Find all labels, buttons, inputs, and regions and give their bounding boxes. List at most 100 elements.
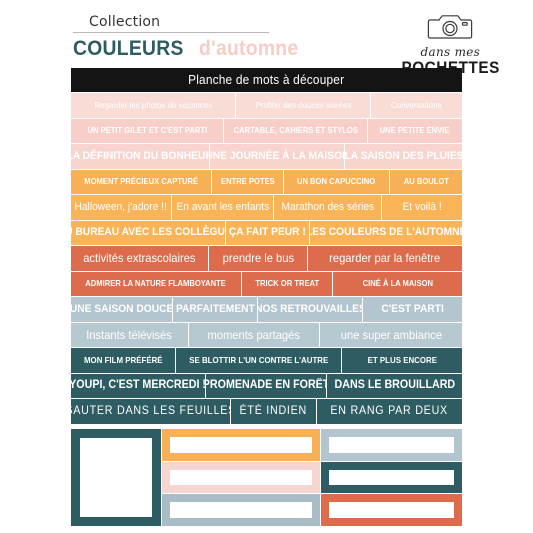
word-chip[interactable]: Dans le brouillard [327,373,462,398]
frame-blue-grey-2[interactable] [162,494,320,527]
word-chip-label: Une saison douce [71,302,172,315]
word-chip-label: Et voilà ! [402,200,442,213]
collection-title-sub: d'automne [199,37,299,60]
camera-icon [427,13,473,45]
word-chip-label: Été indien [239,404,308,417]
word-chip[interactable]: Trick or treat [242,271,332,296]
word-chip[interactable]: Les couleurs de l'automne [310,220,462,245]
word-chip[interactable]: Entre potes [212,169,283,194]
word-chip-label: Ça fait peur ! [229,226,306,239]
word-chip[interactable]: regarder par la fenêtre [308,246,462,271]
word-chip-label: Un petit gilet et c'est parti [87,125,207,135]
word-chip[interactable]: Se blottir l'un contre l'autre [176,348,341,373]
word-chip[interactable]: La saison des pluies [345,144,462,169]
frame-orange[interactable] [162,429,320,461]
word-chip[interactable]: moments partagés [189,322,319,347]
word-row: Halloween, j'adore !! En avant les enfant… [71,195,462,220]
collection-title: COULEURS d'automne [73,37,307,61]
word-chip[interactable]: Ça fait peur ! [226,220,309,245]
word-chip[interactable]: Moment précieux capturé [71,169,211,194]
word-chip-label: Promenade en forêt [206,379,326,391]
word-chip-label: La définition du bonheur [71,149,209,162]
word-chip-label: Se blottir l'un contre l'autre [188,355,329,365]
word-chip[interactable]: Instants télévisés [71,322,188,347]
frame-terracotta[interactable] [321,494,462,527]
frames-section [71,429,462,527]
frame-pink[interactable] [162,461,320,494]
word-chip[interactable]: Un petit gilet et c'est parti [71,118,223,143]
collection-label: Collection [89,14,161,30]
sheet-header: Collection COULEURS d'automne dans mes P… [0,0,533,76]
frames-row [162,429,462,461]
word-row: Une saison douce Parfaitement Nos retrouva… [71,297,462,322]
word-chip-label: regarder par la fenêtre [329,251,441,266]
word-chip[interactable]: Conversations [371,93,462,118]
frames-row [162,461,462,494]
word-chip[interactable]: Ciné à la maison [333,271,462,296]
word-sheet: Collection COULEURS d'automne dans mes P… [0,0,533,533]
word-chip-label: une super ambiance [340,327,442,342]
word-chip-label: Dans le brouillard [334,379,455,391]
word-chip-label: Halloween, j'adore !! [74,200,168,213]
word-chip-label: Profiter des douces soirées [255,100,351,110]
header-divider [73,32,269,33]
word-chip[interactable]: Et voilà ! [382,195,462,220]
word-chip-label: moments partagés [207,327,301,342]
word-chip-label: Trick or treat [255,278,319,288]
word-chip[interactable]: En rang par deux [317,399,462,424]
word-chip[interactable]: activités extrascolaires [71,246,208,271]
word-chip-label: Au bureau avec les collègues [71,226,225,239]
word-chip[interactable]: Au bureau avec les collègues [71,220,225,245]
word-chip-label: Au boulot [403,176,449,186]
word-chip[interactable]: Regarder les photos de vacances [71,93,235,118]
collection-branding: Collection COULEURS d'automne [73,12,307,61]
word-chip[interactable]: Mon film préféré [71,348,175,373]
word-chip[interactable]: une super ambiance [320,322,462,347]
word-chip[interactable]: Et plus encore [342,348,462,373]
word-chip-label: Et plus encore [367,355,437,365]
word-chip-label: Les couleurs de l'automne [310,226,462,239]
word-chip[interactable]: Marathon des séries [274,195,381,220]
banner-text: Planche de mots à découper [188,73,345,87]
word-chip[interactable]: Une petite envie [368,118,462,143]
word-chip[interactable]: Nos retrouvailles [258,297,362,322]
word-row: Regarder les photos de vacances Profiter … [71,93,462,118]
word-chip[interactable]: Youpi, c'est mercredi ! [71,373,205,398]
word-chip[interactable]: En avant les enfants [172,195,273,220]
word-chip[interactable]: Cartable, cahiers et stylos [224,118,367,143]
word-chip[interactable]: Une saison douce [71,297,172,322]
word-chip-label: Mon film préféré [83,355,163,365]
word-chip[interactable]: Un bon capuccino [284,169,389,194]
word-chip-label: activités extrascolaires [83,251,196,266]
word-chip-label: Moment précieux capturé [84,176,198,186]
frame-tall-teal[interactable] [71,429,161,526]
word-chip[interactable]: Promenade en forêt [206,373,326,398]
word-chip[interactable]: Profiter des douces soirées [236,93,370,118]
word-chip-label: Regarder les photos de vacances [94,100,212,110]
word-chip[interactable]: C'est parti [363,297,462,322]
word-chip[interactable]: Admirer la nature flamboyante [71,271,241,296]
frame-teal[interactable] [321,461,462,494]
word-chip-label: Ciné à la maison [362,278,433,288]
word-chip-label: Parfaitement [175,302,255,315]
word-grid: Regarder les photos de vacances Profiter … [71,93,462,425]
word-chip[interactable]: Au boulot [390,169,462,194]
word-chip[interactable]: Été indien [231,399,316,424]
word-row: Moment précieux capturé Entre potes Un bon… [71,169,462,194]
word-chip[interactable]: Halloween, j'adore !! [71,195,171,220]
word-chip-label: Youpi, c'est mercredi ! [71,379,205,391]
word-chip-label: Marathon des séries [281,200,374,213]
word-chip[interactable]: prendre le bus [209,246,307,271]
frames-row [162,494,462,527]
frames-grid [162,429,462,527]
word-chip[interactable]: Une journée à la maison [210,144,344,169]
word-chip-label: Instants télévisés [86,327,173,342]
word-chip[interactable]: Parfaitement [173,297,257,322]
word-chip-label: En avant les enfants [176,200,269,213]
frame-blue-grey-1[interactable] [321,429,462,461]
word-chip-label: Une petite envie [380,125,450,135]
word-row: Un petit gilet et c'est parti Cartable, c… [71,118,462,143]
brand-logo: dans mes POCHETTES [396,12,505,76]
word-chip[interactable]: La définition du bonheur [71,144,209,169]
word-chip[interactable]: Sauter dans les feuilles [71,399,230,424]
